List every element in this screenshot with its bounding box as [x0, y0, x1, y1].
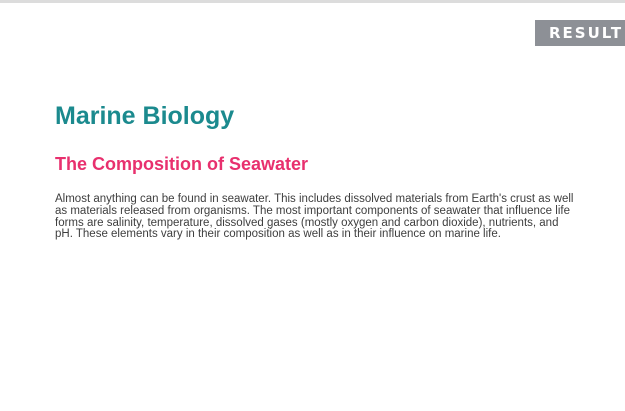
page-title: Marine Biology	[55, 102, 235, 130]
result-badge: RESULT	[535, 20, 625, 46]
slide-content: Marine Biology The Composition of Seawat…	[28, 62, 598, 324]
section-heading: The Composition of Seawater	[55, 154, 309, 174]
screen: RESULT Marine Biology The Composition of…	[0, 0, 625, 411]
body-paragraph: Almost anything can be found in seawater…	[55, 193, 574, 241]
top-divider	[0, 0, 625, 3]
